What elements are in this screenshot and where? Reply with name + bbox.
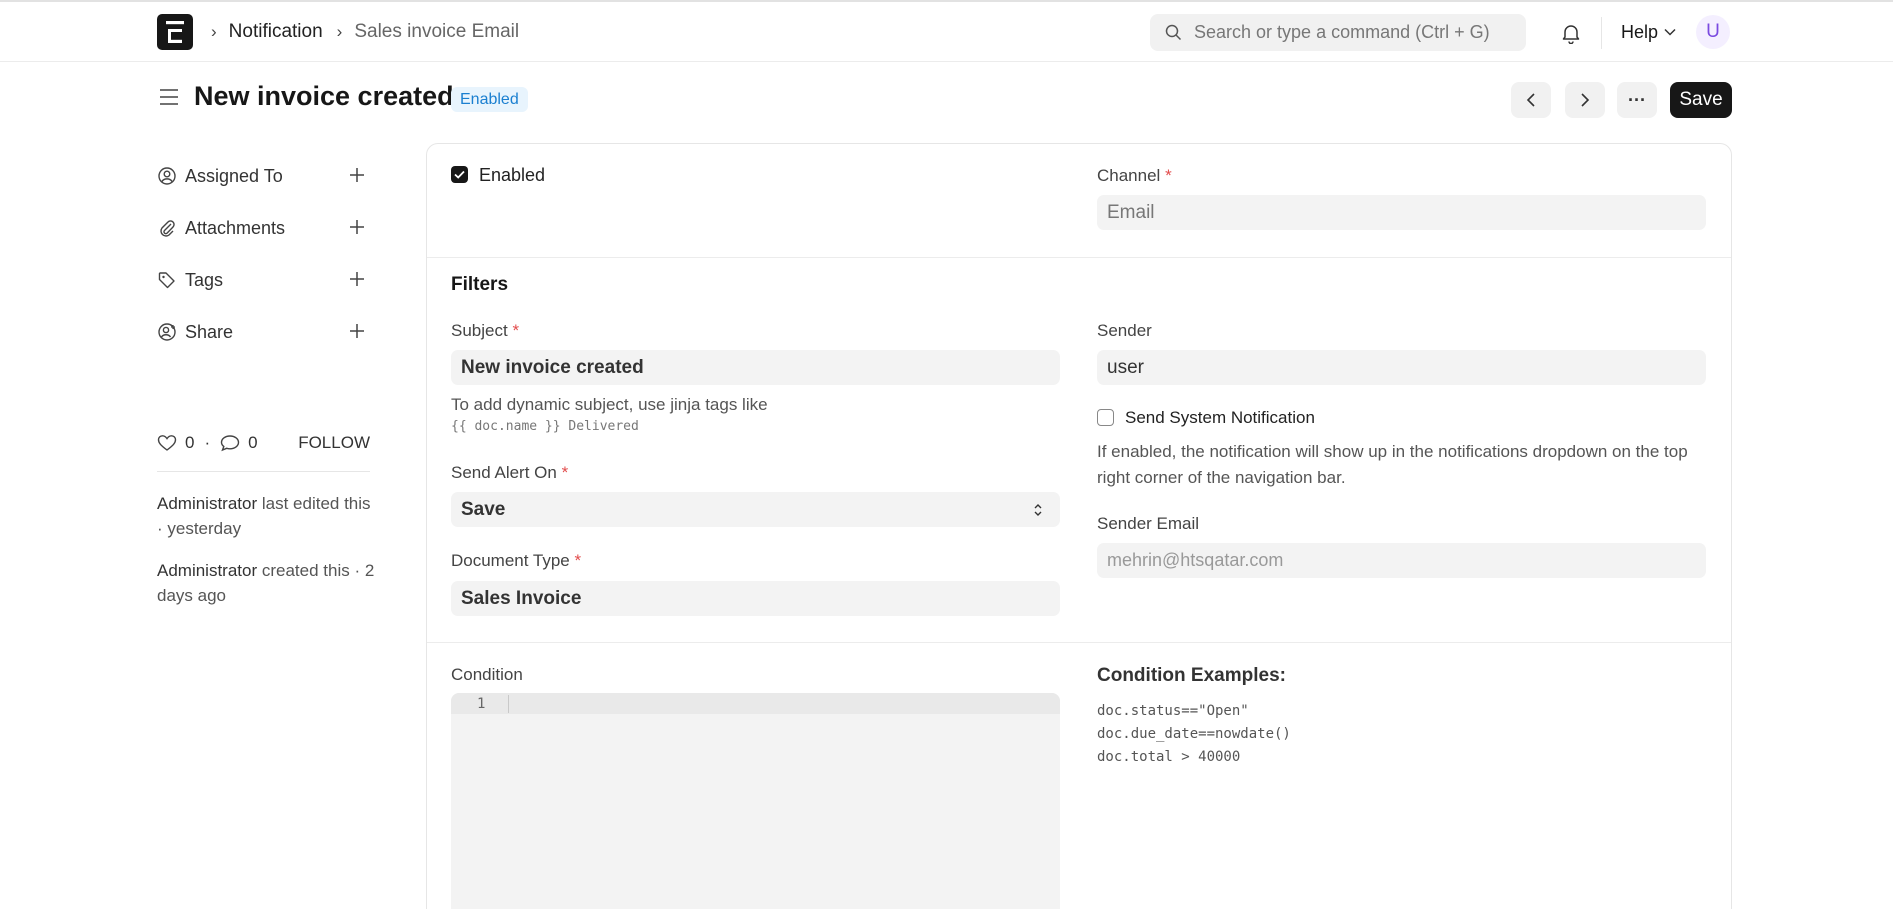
active-line-highlight <box>451 693 1060 714</box>
page-title: New invoice created <box>194 81 454 111</box>
subject-label: Subject * <box>451 321 520 340</box>
document-type-label-text: Document Type <box>451 551 570 570</box>
tag-icon <box>158 272 175 289</box>
previous-doc-button[interactable] <box>1511 82 1551 118</box>
channel-label-text: Channel <box>1097 166 1161 185</box>
chevron-down-icon <box>1664 28 1676 36</box>
select-updown-icon <box>1034 504 1042 516</box>
sidebar-toggle-icon[interactable] <box>158 88 180 111</box>
sender-label: Sender <box>1097 321 1152 340</box>
chevron-left-icon <box>1526 93 1535 107</box>
activity-user[interactable]: Administrator <box>157 494 257 513</box>
editor-cursor <box>508 695 509 713</box>
document-type-label: Document Type * <box>451 551 582 570</box>
more-actions-button[interactable]: ··· <box>1617 82 1657 118</box>
line-number: 1 <box>477 696 486 712</box>
subject-help-code: {{ doc.name }} Delivered <box>451 419 639 434</box>
condition-example-line: doc.status=="Open" <box>1097 703 1249 719</box>
filters-heading: Filters <box>451 274 509 295</box>
plus-icon[interactable] <box>347 269 367 289</box>
search-icon <box>1165 24 1182 41</box>
subject-field[interactable]: New invoice created <box>451 350 1060 385</box>
status-badge: Enabled <box>451 87 528 112</box>
next-doc-button[interactable] <box>1565 82 1605 118</box>
section-divider <box>427 642 1731 643</box>
notification-bell-icon[interactable] <box>1560 22 1582 49</box>
send-alert-on-value: Save <box>461 498 506 520</box>
send-alert-on-label-text: Send Alert On <box>451 463 557 482</box>
paperclip-icon <box>160 220 175 237</box>
activity-user[interactable]: Administrator <box>157 561 257 580</box>
help-dropdown[interactable]: Help <box>1621 2 1676 62</box>
condition-example-line: doc.total > 40000 <box>1097 749 1241 765</box>
chevron-right-icon: › <box>336 22 343 41</box>
sidebar-item-share[interactable]: Share <box>157 318 367 346</box>
plus-icon[interactable] <box>347 321 367 341</box>
condition-example-line: doc.due_date==nowdate() <box>1097 726 1291 742</box>
sidebar-item-label: Assigned To <box>185 165 283 186</box>
sender-field[interactable]: user <box>1097 350 1706 385</box>
condition-label: Condition <box>451 665 523 684</box>
search-input[interactable] <box>1194 22 1514 43</box>
send-alert-on-select[interactable]: Save <box>451 492 1060 527</box>
system-notification-help-line-2: right corner of the navigation bar. <box>1097 468 1346 487</box>
check-icon <box>454 170 465 179</box>
send-system-notification-label: Send System Notification <box>1125 408 1315 427</box>
sidebar-item-label: Attachments <box>185 217 286 238</box>
sender-email-field[interactable]: mehrin@htsqatar.com <box>1097 543 1706 578</box>
plus-icon[interactable] <box>347 217 367 237</box>
sidebar-item-label: Share <box>185 321 234 342</box>
channel-field[interactable]: Email <box>1097 195 1706 230</box>
send-system-notification-checkbox[interactable] <box>1097 409 1114 426</box>
share-user-icon <box>158 323 176 341</box>
doc-stats: 0 · 0 FOLLOW <box>157 430 370 456</box>
sidebar-item-tags[interactable]: Tags <box>157 266 367 294</box>
activity-last-edited: Administrator last edited this · yesterd… <box>157 491 377 541</box>
frappe-e-icon <box>166 21 184 43</box>
section-divider <box>427 257 1731 258</box>
navbar: › Notification › Sales invoice Email Hel… <box>0 2 1893 62</box>
heart-icon[interactable] <box>157 434 177 452</box>
send-alert-on-label: Send Alert On * <box>451 463 569 482</box>
app-logo[interactable] <box>157 14 193 50</box>
assign-user-icon <box>158 167 176 185</box>
navbar-divider <box>1601 17 1602 49</box>
enabled-label: Enabled <box>479 165 546 185</box>
condition-examples-heading: Condition Examples: <box>1097 665 1286 686</box>
plus-icon[interactable] <box>347 165 367 185</box>
subject-help: To add dynamic subject, use jinja tags l… <box>451 395 768 414</box>
user-avatar[interactable]: U <box>1696 15 1730 49</box>
help-label: Help <box>1621 21 1659 42</box>
save-button[interactable]: Save <box>1670 82 1732 118</box>
chevron-right-icon <box>1581 93 1590 107</box>
enabled-checkbox[interactable] <box>451 166 468 183</box>
sidebar-item-assigned-to[interactable]: Assigned To <box>157 162 367 190</box>
breadcrumb-current[interactable]: Sales invoice Email <box>354 21 519 43</box>
comment-icon[interactable] <box>220 434 240 452</box>
chevron-right-icon: › <box>211 22 217 41</box>
system-notification-help-line-1: If enabled, the notification will show u… <box>1097 442 1688 461</box>
breadcrumb-notification[interactable]: Notification <box>229 21 323 43</box>
sender-email-label: Sender Email <box>1097 514 1200 533</box>
condition-code-editor[interactable]: 1 <box>451 693 1060 909</box>
channel-label: Channel * <box>1097 166 1172 185</box>
like-count: 0 <box>185 433 195 452</box>
subject-label-text: Subject <box>451 321 508 340</box>
activity-created: Administrator created this · 2 days ago <box>157 558 377 608</box>
comment-count: 0 <box>248 433 258 452</box>
sidebar-item-label: Tags <box>185 269 224 290</box>
sidebar-divider <box>157 471 370 472</box>
search-bar[interactable] <box>1150 14 1526 51</box>
breadcrumb: › Notification › Sales invoice Email <box>211 2 519 62</box>
document-type-field[interactable]: Sales Invoice <box>451 581 1060 616</box>
sidebar-item-attachments[interactable]: Attachments <box>157 214 367 242</box>
follow-button[interactable]: FOLLOW <box>298 433 370 453</box>
stats-separator: · <box>204 433 211 452</box>
